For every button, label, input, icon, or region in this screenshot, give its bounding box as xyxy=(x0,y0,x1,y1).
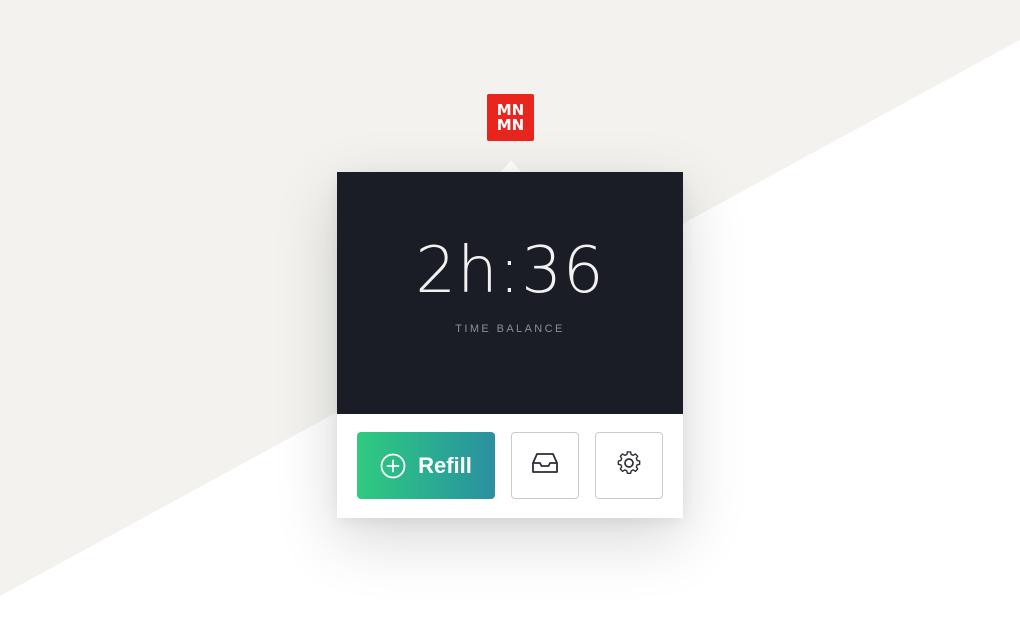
popup-caret xyxy=(501,160,521,172)
refill-button[interactable]: Refill xyxy=(357,432,495,499)
settings-button[interactable] xyxy=(595,432,663,499)
balance-panel: 2h:36 TIME BALANCE xyxy=(337,172,683,414)
time-balance-value: 2h:36 xyxy=(415,234,605,308)
background: MN MN 2h:36 TIME BALANCE Refill xyxy=(0,0,1020,638)
refill-label: Refill xyxy=(418,452,472,478)
time-balance-label: TIME BALANCE xyxy=(455,323,565,335)
plus-circle-icon xyxy=(380,453,406,479)
gear-icon xyxy=(615,449,643,482)
extension-popup: 2h:36 TIME BALANCE Refill xyxy=(337,172,683,518)
inbox-icon xyxy=(530,451,560,480)
inbox-button[interactable] xyxy=(511,432,579,499)
extension-logo[interactable]: MN MN xyxy=(487,94,534,141)
logo-line-2: MN xyxy=(496,115,525,134)
